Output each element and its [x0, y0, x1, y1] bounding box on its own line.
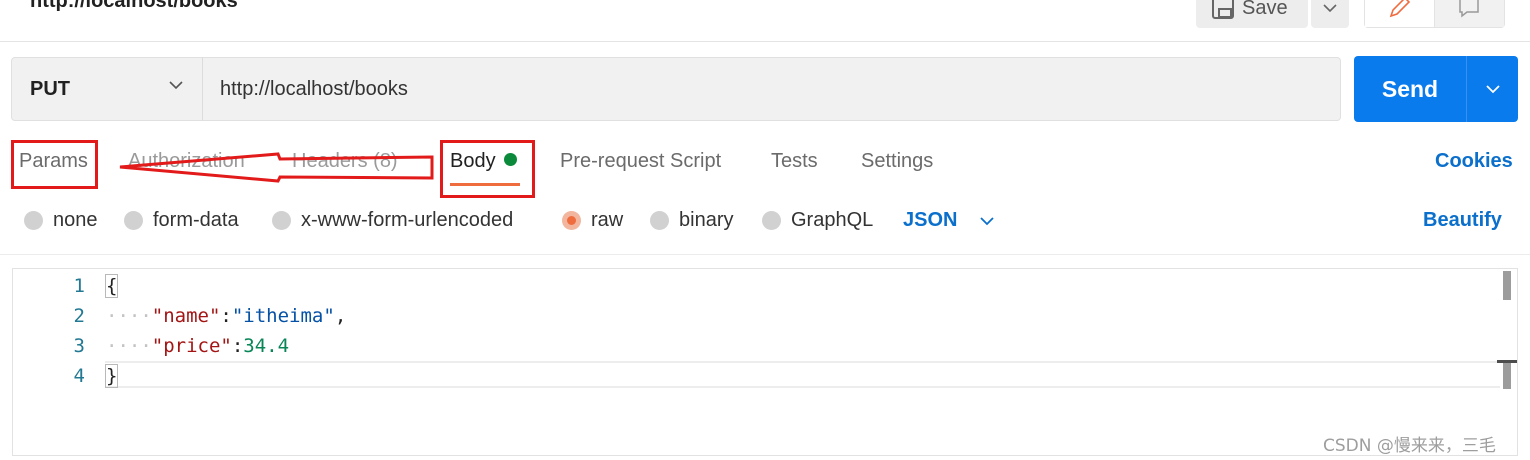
annotation-arrow [119, 152, 434, 183]
